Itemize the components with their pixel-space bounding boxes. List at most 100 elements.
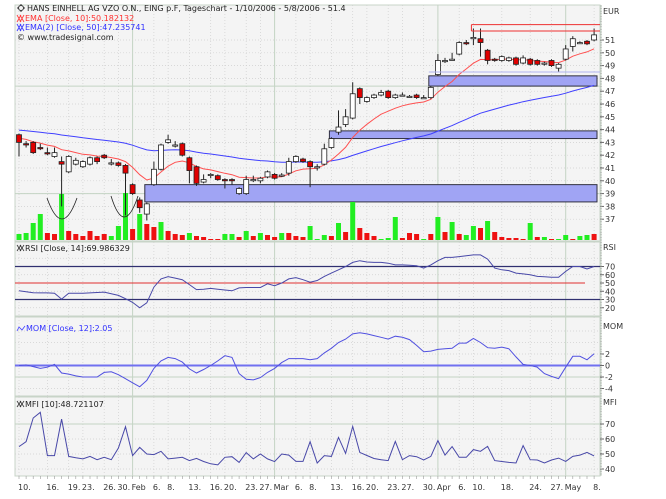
candle (534, 59, 541, 66)
date-label: 23. (245, 483, 258, 492)
candle-body (129, 184, 136, 194)
volume-bar (37, 214, 43, 240)
volume-bar (314, 239, 320, 240)
volume-bar (73, 234, 79, 240)
price-unit-label: EUR (603, 7, 620, 16)
price-tick-label: 43 (605, 138, 615, 147)
candle-body (349, 93, 356, 119)
volume-bar (229, 234, 235, 240)
mfi-legend: MFI [10]:48.721107 (25, 400, 104, 409)
candle-body (456, 42, 463, 55)
candle (456, 41, 463, 56)
volume-bar (428, 234, 434, 240)
candle-body (207, 173, 214, 176)
candle-body (271, 173, 278, 179)
candle-body (16, 134, 22, 143)
candle (264, 170, 271, 179)
volume-bar (194, 236, 199, 240)
candle-body (562, 48, 569, 60)
candle-body (491, 58, 498, 61)
candle-body (363, 97, 370, 102)
date-label: 23. (387, 483, 400, 492)
price-tick-label: 48 (605, 74, 615, 83)
candle-body (591, 34, 597, 41)
volume-bar (556, 239, 562, 240)
candle-body (413, 94, 420, 99)
date-label: 30. (117, 483, 130, 492)
rsi-axis-label: RSI (603, 243, 616, 252)
volume-bar (44, 233, 50, 240)
candle-body (136, 199, 143, 209)
date-label: 26. (103, 483, 116, 492)
price-tick-label: 41 (605, 164, 615, 173)
candle-body (94, 157, 100, 162)
candle-body (513, 57, 519, 65)
candle-body (51, 152, 58, 157)
price-tick-label: 44 (605, 126, 615, 135)
date-label: 24. (529, 483, 542, 492)
candle-body (37, 147, 44, 150)
date-label: 6. (458, 483, 466, 492)
volume-bar (470, 226, 476, 240)
candle (385, 89, 392, 99)
candle-body (200, 179, 207, 183)
mfi-axis-label: MFI (603, 398, 617, 407)
mom-tick-label: -4 (605, 385, 613, 394)
volume-bar (186, 233, 192, 240)
volume-bar (584, 235, 590, 240)
volume-bar (449, 222, 455, 240)
candle-body (321, 148, 328, 165)
date-label: 27. (401, 483, 414, 492)
candle-body (307, 161, 314, 168)
date-label: 23. (82, 483, 95, 492)
volume-bar (364, 233, 370, 240)
date-label: Feb (132, 483, 146, 492)
volume-bar (350, 202, 356, 240)
candle-body (108, 162, 115, 165)
volume-bar (87, 231, 93, 240)
candle-body (335, 126, 342, 133)
candle (427, 86, 434, 99)
price-tick-label: 45 (605, 113, 615, 122)
candle (498, 55, 505, 62)
candle-body (80, 161, 86, 168)
candle-body (30, 141, 37, 154)
date-label: 6. (295, 483, 303, 492)
candle-body (385, 90, 392, 98)
support-zone-2 (328, 130, 598, 140)
volume-bar (94, 236, 100, 240)
volume-bar (442, 232, 448, 240)
rsi-tick-label: 20 (605, 304, 615, 313)
candle (214, 174, 221, 181)
candle-body (72, 159, 79, 165)
date-label: 30. (423, 483, 436, 492)
date-label: 13. (330, 483, 343, 492)
volume-bar (591, 234, 597, 240)
volume-bar (165, 231, 171, 240)
volume-bar (115, 226, 121, 240)
candle-body (236, 188, 243, 194)
volume-bar (378, 239, 384, 240)
candle-body (87, 157, 93, 165)
ema50-legend: EMA(2) [Close, 50]:47.235741 (25, 23, 146, 32)
candle (179, 142, 186, 157)
volume-bar (23, 233, 29, 240)
volume-bar (357, 228, 363, 240)
chart-title: HANS EINHELL AG VZO O.N., EING p.F, Tage… (27, 4, 346, 13)
candle-body (150, 168, 157, 186)
price-tick-label: 38 (605, 202, 615, 211)
candle-body (58, 161, 65, 165)
mfi-tick-label: 50 (605, 450, 615, 459)
date-label: 16. (210, 483, 223, 492)
volume-bar (563, 235, 569, 240)
date-label: 8. (309, 483, 317, 492)
date-label: 19. (68, 483, 81, 492)
rsi-legend: RSI [Close, 14]:69.986329 (25, 244, 130, 253)
mfi-tick-label: 40 (605, 465, 615, 474)
candle-body (548, 60, 555, 66)
volume-bar (343, 232, 349, 240)
candle-body (378, 92, 385, 96)
volume-bar (527, 223, 533, 240)
candle-body (406, 95, 413, 98)
candle-body (243, 179, 250, 195)
